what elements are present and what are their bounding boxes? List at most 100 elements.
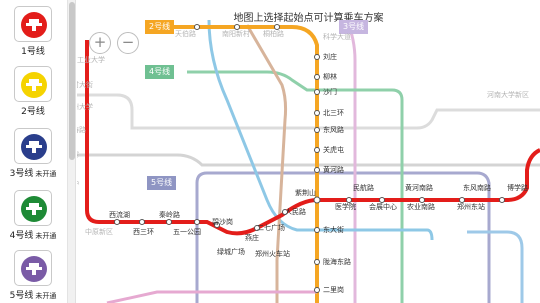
station-label[interactable]: 五一公园 [173,228,201,237]
metro-map[interactable]: 地图上选择起始点可计算乘车方案 + − 2号线 3号线 4号线 5号线 天伯路 … [77,0,540,303]
scrollbar-thumb[interactable] [69,2,75,160]
line-5-logo [14,250,52,286]
line-blue-track [207,19,434,241]
station-label[interactable]: 天伯路 [175,30,196,39]
station-label[interactable]: 东大街 [323,226,344,235]
station-label[interactable]: 兰寨 [77,151,79,160]
station-dot[interactable] [194,24,200,30]
station-dot[interactable] [314,167,320,173]
station-label[interactable]: 科学大道 [323,33,351,42]
station-dot[interactable] [314,89,320,95]
station-label[interactable]: 燕庄 [245,234,259,243]
station-label[interactable]: 医学院 [335,203,356,212]
station-label[interactable]: 铁炉 [77,180,79,189]
station-label[interactable]: 碧沙岗 [212,218,233,227]
line-5-card[interactable]: 5号线 未开通 [2,246,64,303]
station-label[interactable]: 民航路 [353,184,374,193]
station-dot[interactable] [139,219,145,225]
station-label[interactable]: 河南大学新区 [487,91,529,100]
station-label[interactable]: 郑州火车站 [255,250,290,259]
station-label[interactable]: 中原新区 [85,228,113,237]
station-label[interactable]: 长椿路 [77,126,86,135]
station-dot[interactable] [314,127,320,133]
metro-logo-icon [21,134,47,160]
line-sidebar: 1号线 2号线 3号线 未开通 4号线 未开通 5号线 未开通 [0,0,68,303]
station-dot[interactable] [274,24,280,30]
station-dot[interactable] [314,287,320,293]
line-3-status: 未开通 [35,170,57,178]
line-3-logo [14,128,52,164]
line-5-status: 未开通 [35,292,57,300]
station-label[interactable]: 南阳新村 [222,30,250,39]
station-dot[interactable] [314,74,320,80]
sidebar-scrollbar[interactable] [68,0,76,303]
station-label[interactable]: 新村大街 [77,81,93,90]
station-label[interactable]: 会展中心 [369,203,397,212]
metro-logo-icon [21,12,47,38]
zoom-in-button[interactable]: + [89,32,111,54]
station-label[interactable]: 黄河路 [323,166,344,175]
station-label[interactable]: 沙门 [323,88,337,97]
station-dot[interactable] [166,219,172,225]
station-label[interactable]: 博学路 [507,184,528,193]
line-2-tag[interactable]: 2号线 [145,20,175,34]
line-1-logo [14,6,52,42]
station-label[interactable]: 人民路 [285,208,306,217]
line-4-card[interactable]: 4号线 未开通 [2,186,64,244]
station-dot[interactable] [346,197,352,203]
line-5-tag[interactable]: 5号线 [147,176,177,190]
line-4-tag[interactable]: 4号线 [145,65,175,79]
line-4-status: 未开通 [35,232,57,240]
station-label[interactable]: 柳林 [323,73,337,82]
station-label[interactable]: 郑州大学 [77,103,93,112]
station-dot[interactable] [459,197,465,203]
station-label[interactable]: 郑州东站 [457,203,485,212]
station-dot[interactable] [314,110,320,116]
line-3-label: 3号线 [9,169,34,179]
station-label[interactable]: 东风路 [323,126,344,135]
line-2-logo [14,66,52,102]
line-1-card[interactable]: 1号线 [2,2,64,60]
station-label[interactable]: 陇海东路 [323,258,351,267]
metro-logo-icon [21,256,47,282]
station-label[interactable]: 西三环 [133,228,154,237]
line-5-label: 5号线 [9,291,34,301]
station-label[interactable]: 桐柏路 [263,30,284,39]
station-label[interactable]: 东风南路 [463,184,491,193]
metro-lines-svg [77,19,540,303]
station-label[interactable]: 农业南路 [407,203,435,212]
station-label[interactable]: 二里岗 [323,286,344,295]
station-label[interactable]: 刘庄 [323,53,337,62]
line-3-tag[interactable]: 3号线 [339,20,369,34]
line-3-card[interactable]: 3号线 未开通 [2,124,64,182]
station-label[interactable]: 河南工业大学 [77,56,105,65]
line-4-label: 4号线 [9,231,34,241]
station-dot[interactable] [419,197,425,203]
station-dot[interactable] [114,219,120,225]
station-dot[interactable] [314,147,320,153]
station-dot[interactable] [314,227,320,233]
station-label[interactable]: 二七广场 [257,224,285,233]
line-5-track [195,171,491,303]
line-4-logo [14,190,52,226]
station-dot[interactable] [314,259,320,265]
metro-logo-icon [21,196,47,222]
station-dot[interactable] [234,24,240,30]
zoom-out-button[interactable]: − [117,32,139,54]
station-dot[interactable] [314,54,320,60]
station-label[interactable]: 关虎屯 [323,146,344,155]
line-lightblue-bottom [467,230,524,303]
station-label[interactable]: 黄河南路 [405,184,433,193]
station-label[interactable]: 西流湖 [109,211,130,220]
station-label[interactable]: 北三环 [323,109,344,118]
station-dot[interactable] [194,219,200,225]
line-2-card[interactable]: 2号线 [2,62,64,120]
future-line-gray-1 [77,93,540,130]
station-label[interactable]: 秦岭路 [159,211,180,220]
station-label[interactable]: 绿城广场 [217,248,245,257]
station-dot[interactable] [379,197,385,203]
station-label[interactable]: 紫荆山 [295,189,316,198]
station-dot[interactable] [499,197,505,203]
metro-logo-icon [21,72,47,98]
future-line-gray-2 [77,153,540,167]
